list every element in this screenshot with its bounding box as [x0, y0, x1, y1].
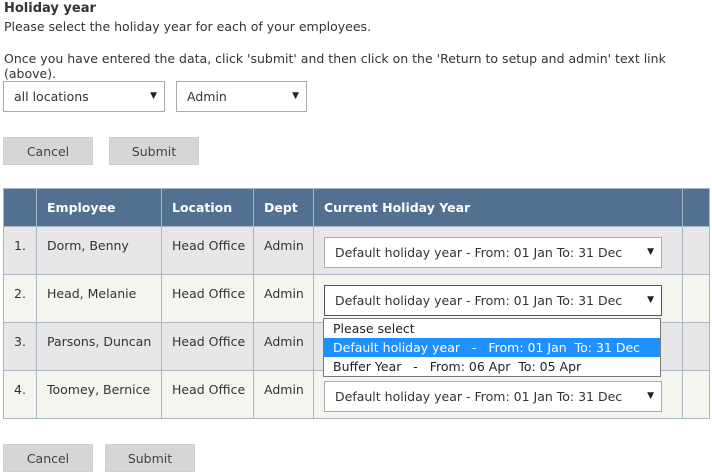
extra-cell [682, 322, 710, 371]
holiday-year-select[interactable]: Default holiday year - From: 01 Jan To: … [324, 237, 662, 268]
cancel-button-bottom[interactable]: Cancel [3, 444, 93, 472]
location-select-value: all locations [14, 89, 89, 104]
holiday-year-select-open[interactable]: Default holiday year - From: 01 Jan To: … [324, 285, 662, 316]
employee-dept: Admin [253, 226, 314, 275]
holiday-year-cell: Default holiday year - From: 01 Jan To: … [313, 370, 683, 419]
employee-table: Employee Location Dept Current Holiday Y… [3, 188, 710, 419]
employee-location: Head Office [161, 226, 254, 275]
header-dept: Dept [253, 188, 314, 227]
chevron-down-icon: ▼ [647, 295, 654, 305]
table-row: 4. Toomey, Bernice Head Office Admin Def… [3, 370, 710, 419]
employee-location: Head Office [161, 274, 254, 323]
employee-name: Head, Melanie [36, 274, 162, 323]
header-location: Location [161, 188, 254, 227]
chevron-down-icon: ▼ [647, 391, 654, 401]
submit-instruction-text: Once you have entered the data, click 's… [4, 51, 666, 81]
dept-select-value: Admin [187, 89, 227, 104]
table-row: 2. Head, Melanie Head Office Admin Defau… [3, 274, 710, 323]
chevron-down-icon: ▼ [150, 91, 157, 101]
employee-location: Head Office [161, 370, 254, 419]
header-holiday-year: Current Holiday Year [313, 188, 683, 227]
row-number: 1. [3, 226, 37, 275]
employee-dept: Admin [253, 322, 314, 371]
extra-cell [682, 226, 710, 275]
employee-name: Parsons, Duncan [36, 322, 162, 371]
dropdown-option-buffer-year[interactable]: Buffer Year - From: 06 Apr To: 05 Apr [324, 357, 660, 376]
header-extra [682, 188, 710, 227]
extra-cell [682, 370, 710, 419]
submit-button-top[interactable]: Submit [109, 137, 199, 165]
row-number: 3. [3, 322, 37, 371]
header-employee: Employee [36, 188, 162, 227]
holiday-year-value: Default holiday year - From: 01 Jan To: … [335, 245, 623, 260]
row-number: 2. [3, 274, 37, 323]
employee-name: Toomey, Bernice [36, 370, 162, 419]
extra-cell [682, 274, 710, 323]
holiday-year-select[interactable]: Default holiday year - From: 01 Jan To: … [324, 381, 662, 412]
employee-dept: Admin [253, 370, 314, 419]
employee-location: Head Office [161, 322, 254, 371]
table-row: 1. Dorm, Benny Head Office Admin Default… [3, 226, 710, 275]
employee-dept: Admin [253, 274, 314, 323]
dept-select[interactable]: Admin ▼ [176, 81, 307, 112]
employee-name: Dorm, Benny [36, 226, 162, 275]
instruction-text: Please select the holiday year for each … [4, 19, 372, 34]
location-select[interactable]: all locations ▼ [3, 81, 165, 112]
row-number: 4. [3, 370, 37, 419]
holiday-year-cell: Default holiday year - From: 01 Jan To: … [313, 274, 683, 323]
chevron-down-icon: ▼ [647, 247, 654, 257]
table-header-row: Employee Location Dept Current Holiday Y… [3, 188, 710, 227]
dropdown-option-please-select[interactable]: Please select [324, 319, 660, 338]
holiday-year-dropdown-list: Please select Default holiday year - Fro… [323, 318, 661, 377]
submit-button-bottom[interactable]: Submit [105, 444, 195, 472]
holiday-year-value: Default holiday year - From: 01 Jan To: … [335, 293, 623, 308]
chevron-down-icon: ▼ [292, 91, 299, 101]
page-title: Holiday year [4, 1, 96, 16]
header-num [3, 188, 37, 227]
holiday-year-cell: Default holiday year - From: 01 Jan To: … [313, 226, 683, 275]
dropdown-option-default-year[interactable]: Default holiday year - From: 01 Jan To: … [324, 338, 660, 357]
holiday-year-value: Default holiday year - From: 01 Jan To: … [335, 389, 623, 404]
cancel-button-top[interactable]: Cancel [3, 137, 93, 165]
